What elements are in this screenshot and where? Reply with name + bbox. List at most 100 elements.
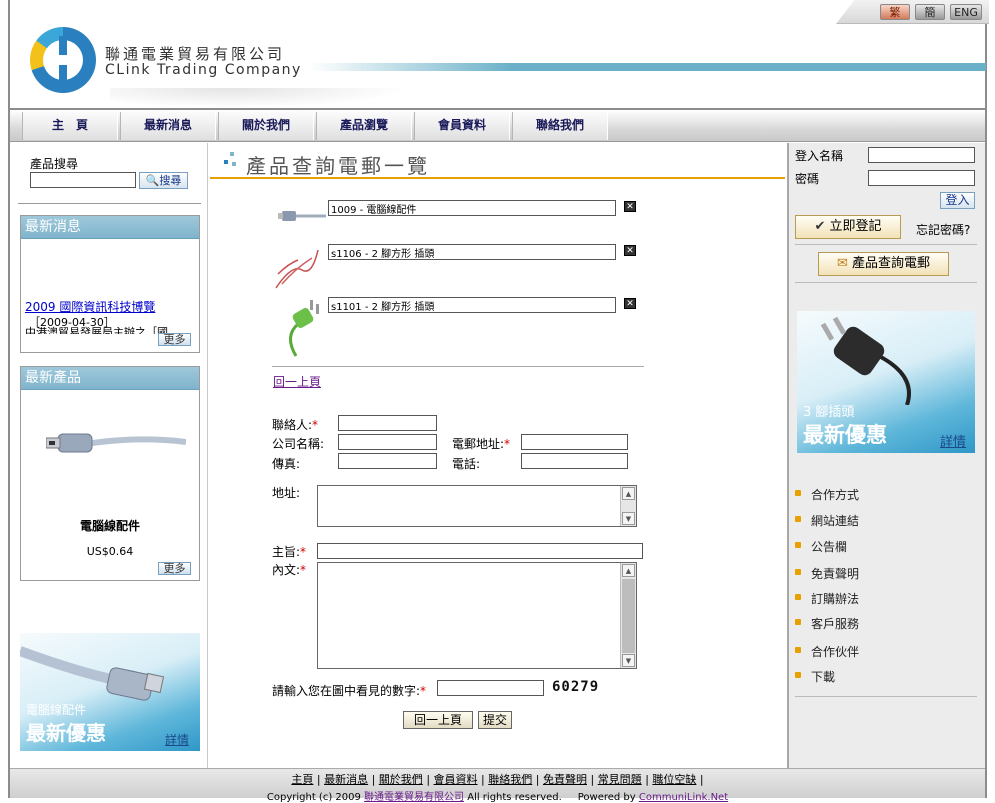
envelope-icon: ✉ — [836, 256, 848, 271]
bullet-icon — [795, 672, 801, 678]
news-item-text: 中港澳貿易發展局主辦之［國 — [25, 326, 168, 334]
left-sidebar: 產品搜尋 🔍搜尋 最新消息 2009 國際資訊科技博覽 ［2009-04-30］… — [10, 143, 208, 768]
bullet-icon — [795, 490, 801, 496]
scroll-thumb[interactable] — [622, 579, 635, 653]
scroll-down-arrow-icon[interactable]: ▼ — [622, 654, 635, 667]
menu-partners[interactable]: 合作伙伴 — [811, 643, 859, 660]
nav-contact[interactable]: 聯絡我們 — [512, 112, 608, 140]
register-button[interactable]: ✔ 立即登記 — [795, 215, 901, 239]
remove-item-3-button[interactable]: ✕ — [624, 298, 636, 309]
bullet-icon — [795, 569, 801, 575]
scroll-down-arrow-icon[interactable]: ▼ — [622, 512, 635, 525]
contact-input[interactable] — [338, 415, 437, 431]
item-thumb-usb-icon[interactable] — [278, 205, 326, 230]
fax-label: 傳真: — [272, 457, 301, 471]
password-input[interactable] — [868, 170, 975, 186]
login-name-input[interactable] — [868, 147, 975, 163]
email-input[interactable] — [521, 434, 628, 450]
menu-cooperation[interactable]: 合作方式 — [811, 486, 859, 503]
cable-promo-detail-link[interactable]: 詳情 — [165, 731, 189, 748]
footer-link-members[interactable]: 會員資料 — [434, 773, 478, 786]
main-nav: 主 頁 最新消息 關於我們 產品瀏覽 會員資料 聯絡我們 — [10, 110, 985, 142]
item-thumb-plug-red-icon[interactable] — [272, 244, 322, 295]
search-label: 產品搜尋 — [30, 157, 79, 171]
subject-label: 主旨:* — [272, 545, 307, 559]
footer-link-disclaimer[interactable]: 免責聲明 — [543, 773, 587, 786]
plug-promo-banner[interactable]: 3 腳插頭 最新優惠 詳情 — [797, 311, 975, 453]
company-input[interactable] — [338, 434, 437, 450]
footer-link-contact[interactable]: 聯絡我們 — [488, 773, 532, 786]
lang-traditional-button[interactable]: 繁 — [880, 4, 910, 20]
inquiry-item-3[interactable] — [328, 297, 616, 313]
remove-item-2-button[interactable]: ✕ — [624, 245, 636, 256]
item-thumb-plug-green-icon[interactable] — [276, 296, 322, 361]
footer-copyright: Copyright (c) 2009 聯通電業貿易有限公司 All rights… — [266, 792, 729, 803]
menu-bulletin[interactable]: 公告欄 — [811, 538, 847, 555]
captcha-label: 請輸入您在圖中看見的數字:* — [272, 684, 427, 698]
inquiry-divider — [795, 282, 977, 283]
password-label: 密碼 — [795, 172, 820, 186]
scroll-up-arrow-icon[interactable]: ▲ — [622, 564, 635, 577]
back-link[interactable]: 回一上頁 — [273, 373, 321, 390]
footer-link-about[interactable]: 關於我們 — [379, 773, 423, 786]
company-name-zh: 聯通電業貿易有限公司 — [105, 45, 286, 63]
menu-ordering[interactable]: 訂購辦法 — [811, 590, 859, 607]
footer: 主頁 | 最新消息 | 關於我們 | 會員資料 | 聯絡我們 | 免責聲明 | … — [10, 768, 985, 803]
inquiry-item-1[interactable] — [328, 200, 616, 216]
bullet-icon — [795, 516, 801, 522]
footer-link-faq[interactable]: 常見問題 — [598, 773, 642, 786]
title-underline — [210, 177, 785, 179]
content-textarea[interactable]: ▲ ▼ — [317, 562, 637, 669]
product-price: US$0.64 — [86, 545, 134, 558]
menu-divider — [795, 696, 977, 697]
nav-members[interactable]: 會員資料 — [414, 112, 510, 140]
submit-button[interactable]: 提交 — [478, 711, 512, 729]
items-divider — [272, 366, 644, 367]
footer-link-jobs[interactable]: 職位空缺 — [652, 773, 696, 786]
product-search-input[interactable] — [30, 172, 136, 188]
menu-disclaimer[interactable]: 免責聲明 — [811, 565, 859, 582]
scroll-up-arrow-icon[interactable]: ▲ — [622, 487, 635, 500]
company-name-en: CLink Trading Company — [105, 62, 302, 78]
address-textarea[interactable]: ▲ ▼ — [317, 485, 637, 527]
address-scrollbar[interactable]: ▲ ▼ — [620, 486, 636, 526]
nav-news[interactable]: 最新消息 — [120, 112, 216, 140]
bullet-icon — [795, 542, 801, 548]
usb-cable-product-image[interactable] — [45, 422, 187, 462]
menu-customer-service[interactable]: 客戶服務 — [811, 615, 859, 632]
login-button[interactable]: 登入 — [940, 192, 975, 209]
lang-english-button[interactable]: ENG — [950, 4, 982, 20]
inquiry-item-2[interactable] — [328, 244, 616, 260]
news-box-title: 最新消息 — [21, 216, 199, 239]
product-inquiry-email-button[interactable]: ✉ 產品查詢電郵 — [818, 252, 949, 276]
menu-download[interactable]: 下載 — [811, 668, 835, 685]
captcha-input[interactable] — [437, 680, 544, 696]
menu-site-links[interactable]: 網站連結 — [811, 512, 859, 529]
plug-promo-detail-link[interactable]: 詳情 — [940, 431, 966, 450]
page-frame: 繁 簡 ENG 聯通電業貿易有限公司 CLink Trading Company… — [8, 0, 989, 803]
company-label: 公司名稱: — [272, 437, 325, 451]
phone-input[interactable] — [521, 453, 628, 469]
cable-promo-banner[interactable]: 電腦線配件 最新優惠 詳情 — [20, 633, 200, 751]
login-name-label: 登入名稱 — [795, 149, 844, 163]
products-box: 最新產品 電腦線配件 US$0.64 更多 — [20, 366, 200, 581]
footer-link-home[interactable]: 主頁 — [291, 773, 313, 786]
subject-input[interactable] — [317, 543, 643, 559]
cable-promo-line1: 電腦線配件 — [26, 703, 87, 717]
fax-input[interactable] — [338, 453, 437, 469]
news-item-link[interactable]: 2009 國際資訊科技博覽 — [25, 298, 155, 315]
remove-item-1-button[interactable]: ✕ — [624, 201, 636, 212]
content-scrollbar[interactable]: ▲ ▼ — [620, 563, 636, 668]
lang-simplified-button[interactable]: 簡 — [915, 4, 945, 20]
products-more-button[interactable]: 更多 — [158, 562, 191, 575]
product-name[interactable]: 電腦線配件 — [21, 517, 199, 534]
nav-products[interactable]: 產品瀏覽 — [316, 112, 412, 140]
forgot-password-link[interactable]: 忘記密碼? — [916, 221, 970, 238]
nav-about[interactable]: 關於我們 — [218, 112, 314, 140]
nav-home[interactable]: 主 頁 — [22, 112, 118, 140]
search-button[interactable]: 🔍搜尋 — [139, 172, 188, 189]
back-button[interactable]: 回一上頁 — [403, 711, 473, 729]
news-more-button[interactable]: 更多 — [158, 333, 191, 346]
products-box-title: 最新產品 — [21, 367, 199, 390]
footer-link-news[interactable]: 最新消息 — [324, 773, 368, 786]
